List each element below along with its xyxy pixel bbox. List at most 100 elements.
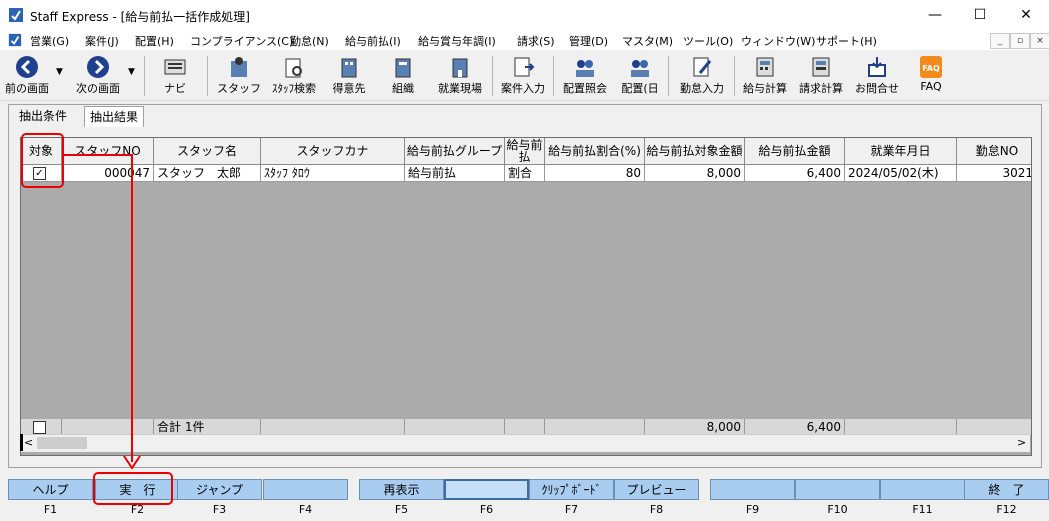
horizontal-scrollbar[interactable]: < > <box>21 434 1030 452</box>
minimize-button[interactable]: — <box>912 0 958 30</box>
staff-search-button[interactable]: ｽﾀｯﾌ検索 <box>266 53 322 97</box>
forward-arrow-icon <box>87 56 109 78</box>
f7-key-label: F7 <box>564 503 579 516</box>
menu-window[interactable]: ウィンドウ(W) <box>741 33 815 49</box>
header-prepay-group[interactable]: 給与前払グループ <box>405 138 505 165</box>
f10-button[interactable] <box>795 479 880 500</box>
case-input-button[interactable]: 案件入力 <box>496 53 550 97</box>
mdi-minimize-button[interactable]: _ <box>990 33 1010 49</box>
header-staff-kana[interactable]: スタッフカナ <box>261 138 405 165</box>
client-building-icon <box>341 58 357 78</box>
exit-button[interactable]: 終 了 <box>964 479 1049 500</box>
scroll-right-icon[interactable]: > <box>1017 436 1026 449</box>
header-prepay-rate[interactable]: 給与前払割合(%) <box>545 138 645 165</box>
refresh-button[interactable]: 再表示 <box>359 479 444 500</box>
assign-inquiry-button[interactable]: 配置照会 <box>558 53 612 97</box>
menu-assign[interactable]: 配置(H) <box>135 33 174 49</box>
org-building-icon <box>395 58 411 78</box>
header-staff-name[interactable]: スタッフ名 <box>154 138 261 165</box>
menu-tools[interactable]: ツール(O) <box>683 33 733 49</box>
menu-attendance[interactable]: 勤怠(N) <box>290 33 329 49</box>
menu-billing[interactable]: 請求(S) <box>517 33 555 49</box>
f6-key-label: F6 <box>479 503 494 516</box>
faq-label: FAQ <box>920 80 942 93</box>
prev-dropdown-icon[interactable]: ▼ <box>56 67 63 77</box>
f12-key-label: F12 <box>996 503 1017 516</box>
tab-results[interactable]: 抽出結果 <box>84 106 145 127</box>
scroll-left-icon[interactable]: < <box>24 436 33 449</box>
prev-screen-button[interactable]: 前の画面 <box>2 53 52 97</box>
client-button[interactable]: 得意先 <box>326 53 372 97</box>
mdi-restore-button[interactable]: ▫ <box>1010 33 1030 49</box>
header-prepay-amount[interactable]: 給与前払金額 <box>745 138 845 165</box>
navi-button[interactable]: ナビ <box>152 53 198 97</box>
prev-screen-label: 前の画面 <box>5 82 49 95</box>
attendance-pencil-icon <box>693 57 712 77</box>
menu-case[interactable]: 案件(J) <box>85 33 119 49</box>
menu-master[interactable]: マスタ(M) <box>622 33 673 49</box>
menu-payroll[interactable]: 給与賞与年調(I) <box>418 33 496 49</box>
select-all-checkbox[interactable] <box>33 421 46 434</box>
header-attendance-no[interactable]: 勤怠NO <box>957 138 1031 165</box>
contact-label: お問合せ <box>855 82 899 95</box>
table-cell-attendance-no: 3021 <box>957 165 1031 182</box>
staff-search-icon <box>285 58 302 78</box>
menu-compliance[interactable]: コンプライアンス(C) <box>190 33 293 49</box>
menu-manage[interactable]: 管理(D) <box>569 33 608 49</box>
f4-button[interactable] <box>263 479 348 500</box>
faq-icon-text: FAQ <box>922 64 940 73</box>
case-input-label: 案件入力 <box>501 82 545 95</box>
contact-inbox-icon <box>868 57 886 77</box>
site-button[interactable]: 就業現場 <box>432 53 488 97</box>
menu-support[interactable]: サポート(H) <box>816 33 877 49</box>
payroll-calc-button[interactable]: 給与計算 <box>738 53 792 97</box>
billing-calculator-icon <box>812 57 830 77</box>
close-button[interactable]: ✕ <box>1003 0 1049 30</box>
menu-prepay[interactable]: 給与前払(I) <box>345 33 401 49</box>
faq-icon: FAQ <box>920 56 942 78</box>
results-grid: 対象 スタッフNO スタッフ名 スタッフカナ 給与前払グループ 給与前払 給与前… <box>20 137 1032 456</box>
footer-amount: 6,400 <box>745 419 845 435</box>
navi-label: ナビ <box>164 82 186 95</box>
header-prepay[interactable]: 給与前払 <box>505 138 545 165</box>
assign-day-button[interactable]: 配置(日 <box>616 53 664 97</box>
preview-button[interactable]: プレビュー <box>614 479 699 500</box>
toolbar-separator <box>144 56 145 96</box>
scroll-thumb[interactable] <box>37 437 87 449</box>
payroll-calculator-icon <box>756 57 774 77</box>
maximize-button[interactable]: ☐ <box>957 0 1003 30</box>
mdi-close-button[interactable]: × <box>1030 33 1049 49</box>
footer-target-amount: 8,000 <box>645 419 745 435</box>
table-cell-staff-no: 000047 <box>62 165 154 182</box>
jump-button[interactable]: ジャンプ <box>177 479 262 500</box>
f11-button[interactable] <box>880 479 965 500</box>
staff-button[interactable]: スタッフ <box>216 53 262 97</box>
attendance-input-button[interactable]: 勤怠入力 <box>674 53 730 97</box>
f6-button[interactable] <box>444 479 529 500</box>
f9-button[interactable] <box>710 479 795 500</box>
f8-key-label: F8 <box>649 503 664 516</box>
header-staff-no[interactable]: スタッフNO <box>62 138 154 165</box>
menu-sales[interactable]: 営業(G) <box>30 33 69 49</box>
table-cell-rate: 80 <box>545 165 645 182</box>
footer-blank <box>505 419 545 435</box>
footer-blank <box>405 419 505 435</box>
faq-button[interactable]: FAQ FAQ <box>908 53 954 97</box>
f3-key-label: F3 <box>212 503 227 516</box>
assign-day-label: 配置(日 <box>621 82 659 95</box>
header-target-amount[interactable]: 給与前払対象金額 <box>645 138 745 165</box>
contact-button[interactable]: お問合せ <box>850 53 904 97</box>
next-dropdown-icon[interactable]: ▼ <box>128 67 135 77</box>
next-screen-button[interactable]: 次の画面 <box>70 53 126 97</box>
clipboard-button[interactable]: ｸﾘｯﾌﾟﾎﾞｰﾄﾞ <box>529 479 614 500</box>
billing-calc-button[interactable]: 請求計算 <box>794 53 848 97</box>
table-cell-work-date: 2024/05/02(木) <box>845 165 957 182</box>
table-cell-target-amount: 8,000 <box>645 165 745 182</box>
org-button[interactable]: 組織 <box>380 53 426 97</box>
footer-blank <box>545 419 645 435</box>
app-menu-icon[interactable] <box>8 33 22 47</box>
client-label: 得意先 <box>332 82 366 95</box>
header-work-date[interactable]: 就業年月日 <box>845 138 957 165</box>
help-button[interactable]: ヘルプ <box>8 479 93 500</box>
tab-conditions[interactable]: 抽出条件 <box>14 106 73 126</box>
